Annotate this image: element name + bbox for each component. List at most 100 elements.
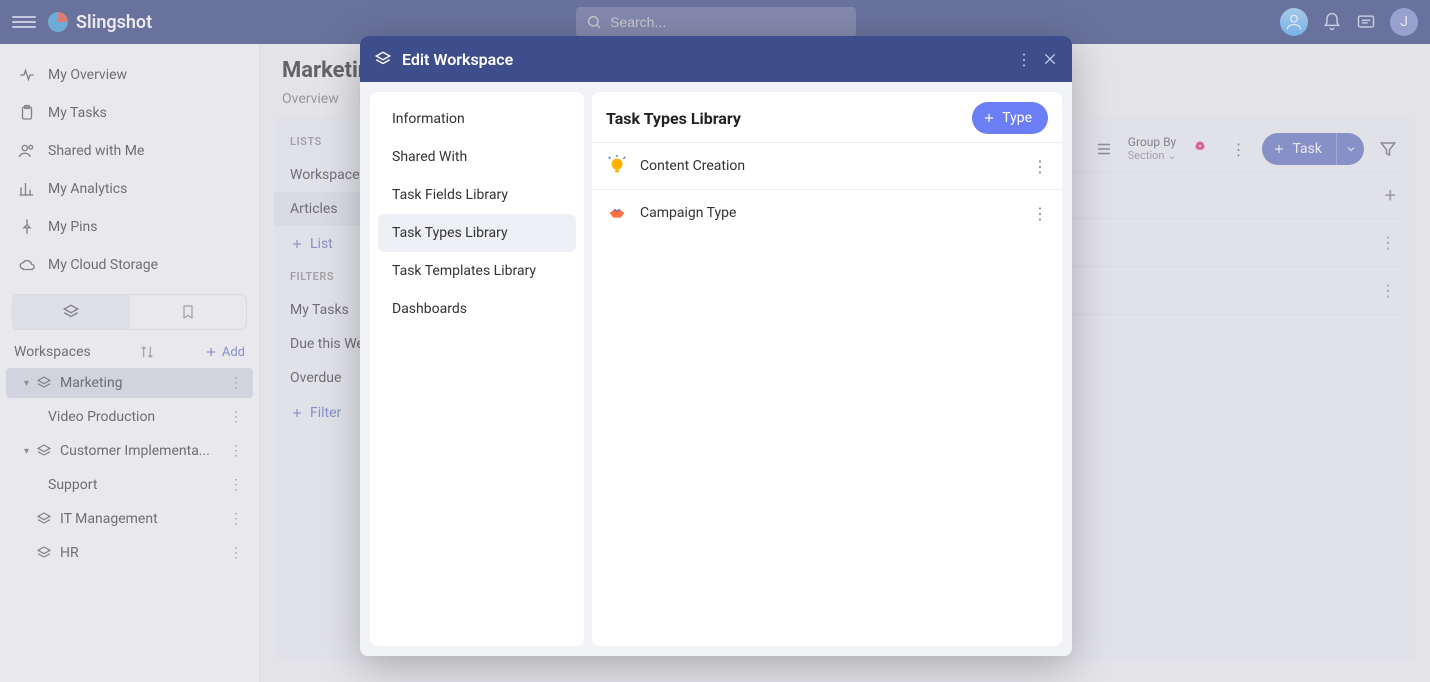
modal-nav-task-templates[interactable]: Task Templates Library — [378, 252, 576, 290]
workspace-menu-button[interactable]: ⋮ — [229, 375, 243, 391]
notification-bell-icon[interactable] — [1322, 12, 1342, 32]
rocket-icon — [1191, 140, 1209, 158]
pin-icon — [18, 218, 36, 236]
workspace-label: IT Management — [60, 511, 229, 527]
caret-down-icon: ▾ — [24, 446, 36, 457]
add-workspace-button[interactable]: Add — [204, 345, 245, 360]
nav-label: My Pins — [48, 219, 98, 235]
task-button-label: Task — [1292, 141, 1322, 157]
lightbulb-icon — [606, 155, 628, 177]
group-by-value: Section ⌄ — [1128, 150, 1177, 162]
workspace-marketing[interactable]: ▾ Marketing ⋮ — [6, 368, 253, 398]
nav-label: Shared with Me — [48, 143, 144, 159]
row-menu-button[interactable]: ⋮ — [1380, 233, 1396, 252]
add-filter-label: Filter — [310, 405, 341, 421]
list-view-icon — [1095, 140, 1113, 158]
sort-icon — [139, 344, 155, 360]
workspace-tabs — [12, 294, 247, 330]
handshake-icon — [606, 202, 628, 224]
bookmarks-tab[interactable] — [130, 295, 247, 329]
workspace-menu-button[interactable]: ⋮ — [229, 409, 243, 425]
nav-label: My Tasks — [48, 105, 107, 121]
workspace-label: Marketing — [60, 375, 229, 391]
add-list-label: List — [310, 236, 333, 252]
stack-icon — [374, 50, 392, 68]
type-menu-button[interactable]: ⋮ — [1032, 204, 1048, 223]
user-avatar[interactable]: J — [1390, 8, 1418, 36]
type-content-creation[interactable]: Content Creation ⋮ — [592, 142, 1062, 189]
clipboard-icon — [18, 104, 36, 122]
type-menu-button[interactable]: ⋮ — [1032, 157, 1048, 176]
chat-icon[interactable] — [1356, 12, 1376, 32]
view-list-button[interactable] — [1090, 135, 1118, 163]
caret-down-icon: ▾ — [24, 378, 36, 389]
add-type-button[interactable]: Type — [972, 102, 1048, 134]
nav-label: My Overview — [48, 67, 127, 83]
workspaces-header: Workspaces Add — [0, 338, 259, 366]
workspace-video-production[interactable]: Video Production ⋮ — [6, 402, 253, 432]
modal-nav-shared-with[interactable]: Shared With — [378, 138, 576, 176]
cloud-icon — [18, 256, 36, 274]
tab-overview[interactable]: Overview — [282, 91, 339, 107]
rocket-button[interactable] — [1186, 135, 1214, 163]
type-campaign-type[interactable]: Campaign Type ⋮ — [592, 189, 1062, 236]
add-item-button[interactable]: + — [1385, 183, 1396, 207]
modal-nav-task-types[interactable]: Task Types Library — [378, 214, 576, 252]
nav-shared-with-me[interactable]: Shared with Me — [0, 132, 259, 170]
nav-my-analytics[interactable]: My Analytics — [0, 170, 259, 208]
sort-button[interactable] — [139, 344, 155, 360]
workspace-menu-button[interactable]: ⋮ — [229, 545, 243, 561]
close-icon — [1042, 51, 1058, 67]
add-task-button[interactable]: Task — [1262, 133, 1364, 165]
group-by-selector[interactable]: Group By Section ⌄ — [1128, 136, 1177, 161]
stack-icon — [36, 511, 52, 527]
modal-close-button[interactable] — [1042, 51, 1058, 67]
assistant-avatar-icon[interactable] — [1280, 8, 1308, 36]
workspace-label: HR — [60, 545, 229, 561]
modal-body: Information Shared With Task Fields Libr… — [360, 82, 1072, 656]
workspaces-label: Workspaces — [14, 344, 91, 360]
modal-sidebar: Information Shared With Task Fields Libr… — [370, 92, 584, 646]
plus-icon — [204, 345, 218, 359]
app-name: Slingshot — [76, 12, 152, 33]
plus-icon — [290, 237, 304, 251]
modal-nav-dashboards[interactable]: Dashboards — [378, 290, 576, 328]
nav-my-pins[interactable]: My Pins — [0, 208, 259, 246]
workspace-label: Support — [48, 477, 229, 493]
modal-header: Edit Workspace ⋮ — [360, 36, 1072, 82]
workspaces-tab[interactable] — [13, 295, 130, 329]
task-dropdown-button[interactable] — [1336, 133, 1364, 165]
search-input[interactable] — [610, 14, 846, 30]
modal-title: Edit Workspace — [402, 50, 1006, 69]
bookmark-icon — [180, 304, 196, 320]
modal-more-button[interactable]: ⋮ — [1016, 50, 1032, 69]
menu-toggle-button[interactable] — [12, 16, 36, 28]
row-menu-button[interactable]: ⋮ — [1380, 281, 1396, 300]
chart-icon — [18, 180, 36, 198]
plus-icon — [290, 406, 304, 420]
nav-my-cloud-storage[interactable]: My Cloud Storage — [0, 246, 259, 284]
workspace-menu-button[interactable]: ⋮ — [229, 477, 243, 493]
stack-icon — [36, 443, 52, 459]
nav-my-overview[interactable]: My Overview — [0, 56, 259, 94]
workspace-menu-button[interactable]: ⋮ — [229, 443, 243, 459]
app-logo[interactable]: Slingshot — [48, 12, 152, 33]
filter-button[interactable] — [1374, 135, 1402, 163]
global-search[interactable] — [576, 7, 856, 37]
filter-icon — [1379, 140, 1397, 158]
modal-nav-information[interactable]: Information — [378, 100, 576, 138]
nav-my-tasks[interactable]: My Tasks — [0, 94, 259, 132]
workspace-hr[interactable]: ▾ HR ⋮ — [6, 538, 253, 568]
more-button[interactable]: ⋮ — [1224, 135, 1252, 163]
task-types-title: Task Types Library — [606, 109, 741, 128]
workspace-menu-button[interactable]: ⋮ — [229, 511, 243, 527]
modal-nav-task-fields[interactable]: Task Fields Library — [378, 176, 576, 214]
users-icon — [18, 142, 36, 160]
workspace-it-management[interactable]: ▾ IT Management ⋮ — [6, 504, 253, 534]
workspace-support[interactable]: Support ⋮ — [6, 470, 253, 500]
workspace-customer-impl[interactable]: ▾ Customer Implementa... ⋮ — [6, 436, 253, 466]
type-name: Campaign Type — [640, 205, 1020, 221]
sidebar: My Overview My Tasks Shared with Me My A… — [0, 44, 260, 682]
workspace-label: Customer Implementa... — [60, 443, 229, 459]
stack-icon — [36, 375, 52, 391]
